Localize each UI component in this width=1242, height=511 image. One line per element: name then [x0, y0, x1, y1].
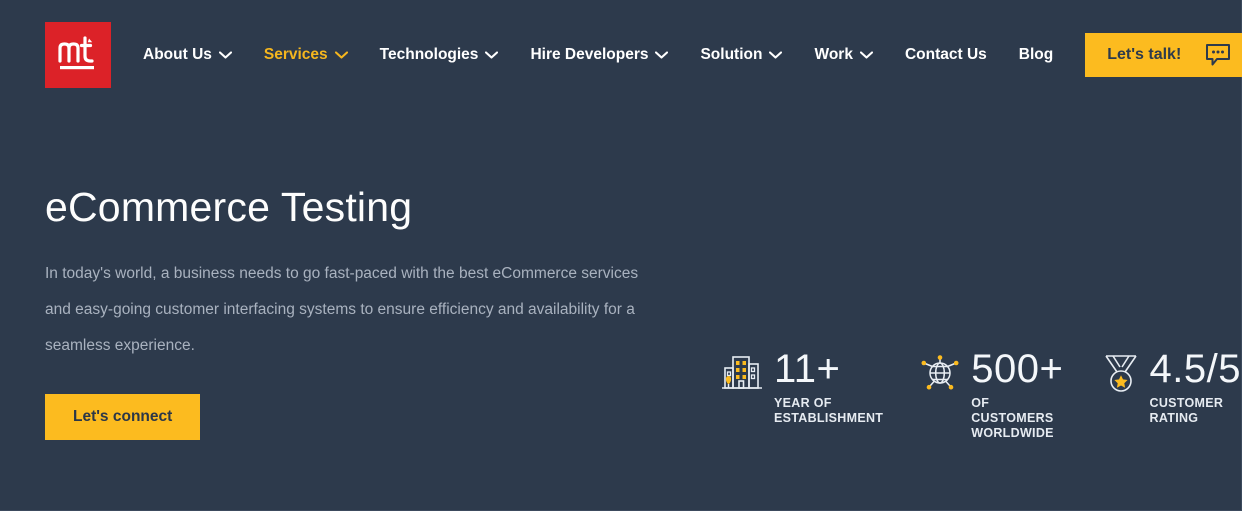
globe-network-icon	[919, 354, 961, 392]
hero-section: eCommerce Testing In today's world, a bu…	[45, 184, 685, 441]
nav-item-services[interactable]: Services	[264, 40, 348, 70]
chevron-down-icon	[859, 51, 873, 59]
stat-value: 4.5/5	[1149, 347, 1241, 391]
nav-label: Technologies	[379, 46, 479, 63]
chevron-down-icon	[485, 51, 499, 59]
lets-talk-label: Let's talk!	[1107, 46, 1182, 63]
chevron-down-icon	[655, 51, 669, 59]
site-header: About Us Services Technologies Hire Deve…	[0, 0, 1242, 110]
nav-item-solution[interactable]: Solution	[700, 40, 783, 70]
medal-star-icon	[1102, 354, 1140, 394]
nav-label: Blog	[1018, 46, 1054, 63]
nav-item-about-us[interactable]: About Us	[143, 40, 232, 70]
page-title: eCommerce Testing	[45, 184, 413, 230]
stat-value: 11+	[774, 347, 841, 391]
stats-strip: 11+ YEAR OF ESTABLISHMENT 500+ OF CUSTOM…	[720, 348, 1241, 441]
nav-label: Work	[814, 46, 853, 63]
stat-label: YEAR OF ESTABLISHMENT	[774, 396, 884, 425]
lets-connect-button[interactable]: Let's connect	[45, 394, 201, 441]
chat-bubble-icon	[1205, 43, 1231, 67]
hero-description: In today's world, a business needs to go…	[45, 265, 639, 355]
nav-item-work[interactable]: Work	[814, 40, 873, 70]
nav-label: Contact Us	[904, 46, 987, 63]
stat-value: 500+	[971, 347, 1064, 391]
stat-item-rating: 4.5/5 CUSTOMER RATING	[1102, 348, 1241, 426]
stat-label: CUSTOMER RATING	[1149, 396, 1224, 425]
stat-item-customers: 500+ OF CUSTOMERS WORLDWIDE	[919, 348, 1065, 441]
chevron-down-icon	[218, 51, 232, 59]
nav-label: Hire Developers	[530, 46, 649, 63]
chevron-down-icon	[769, 51, 783, 59]
nav-item-technologies[interactable]: Technologies	[380, 40, 499, 70]
mt-logo-icon[interactable]	[45, 22, 111, 88]
chevron-down-icon	[334, 51, 348, 59]
nav-item-hire-developers[interactable]: Hire Developers	[530, 40, 669, 70]
nav-label: Solution	[700, 46, 763, 63]
lets-talk-button[interactable]: Let's talk!	[1085, 33, 1242, 77]
nav-label: Services	[263, 46, 328, 63]
main-navigation: About Us Services Technologies Hire Deve…	[143, 22, 1085, 88]
stat-label: OF CUSTOMERS WORLDWIDE	[971, 396, 1054, 440]
building-icon	[720, 354, 764, 392]
nav-item-blog[interactable]: Blog	[1019, 40, 1053, 70]
page-root: About Us Services Technologies Hire Deve…	[0, 0, 1242, 511]
nav-item-contact-us[interactable]: Contact Us	[905, 40, 987, 70]
nav-label: About Us	[143, 46, 212, 63]
stat-item-years: 11+ YEAR OF ESTABLISHMENT	[720, 348, 883, 426]
